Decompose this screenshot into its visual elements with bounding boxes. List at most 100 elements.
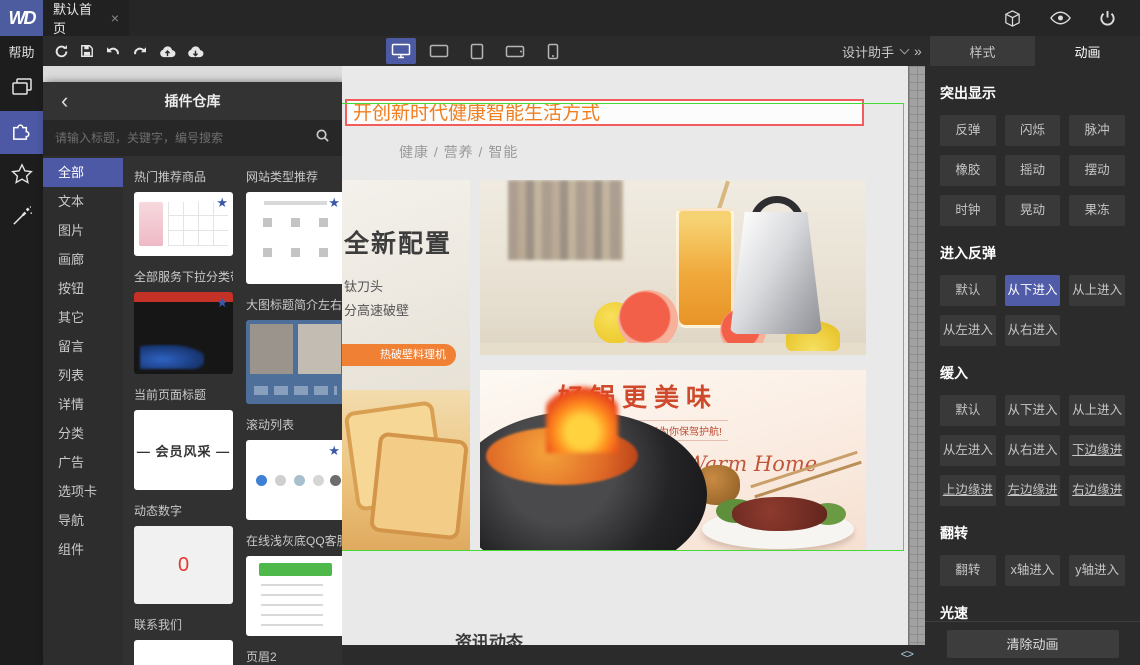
animation-panel-footer: 清除动画 [925, 621, 1140, 665]
kettle-photo-widget[interactable] [480, 180, 866, 355]
plugin-card[interactable] [134, 292, 233, 374]
animation-option-button[interactable]: 反弹 [940, 115, 996, 146]
plugin-card[interactable]: 0 [134, 526, 233, 604]
site-title-widget[interactable]: 开创新时代健康智能生活方式 [345, 99, 864, 126]
undo-icon[interactable] [105, 45, 121, 58]
plugin-category-item[interactable]: 全部 [43, 158, 123, 187]
bread-image[interactable] [342, 390, 470, 551]
site-canvas[interactable]: 开创新时代健康智能生活方式 健康 / 营养 / 智能 全新配置 钛刀头 分高速破… [342, 66, 908, 665]
plugin-category-item[interactable]: 分类 [43, 419, 123, 448]
code-view-toggle[interactable]: <> [901, 648, 914, 662]
page-tab[interactable]: 默认首页 × [43, 0, 129, 36]
animation-option-button[interactable]: 晃动 [1004, 195, 1061, 226]
plugin-panel-title: 插件仓库 [164, 93, 221, 109]
search-icon[interactable] [315, 128, 330, 148]
plugin-card[interactable] [134, 192, 233, 256]
blender-banner-widget[interactable]: 全新配置 钛刀头 分高速破壁 热破壁料理机 [342, 180, 470, 390]
refresh-icon[interactable] [54, 44, 69, 59]
plugin-category-item[interactable]: 画廊 [43, 245, 123, 274]
plugin-card-thumb-text: 0 [177, 553, 190, 576]
animation-option-button[interactable]: 从下进入 [1004, 275, 1061, 306]
wok-banner-widget[interactable]: 好锅更美味 无忧购物，至诚服务为你保驾护航! Warm Home [480, 370, 866, 551]
animation-option-button[interactable]: 摆动 [1069, 155, 1125, 186]
animation-option-button[interactable]: 默认 [940, 275, 996, 306]
section-title: 突出显示 [940, 85, 996, 101]
device-tablet-portrait-button[interactable] [462, 38, 492, 64]
sidebar-plugins-button[interactable] [0, 111, 43, 154]
plugin-category-item[interactable]: 选项卡 [43, 477, 123, 506]
animation-option-button[interactable]: 橡胶 [940, 155, 996, 186]
animation-option-button[interactable]: 从下进入 [1004, 395, 1061, 426]
plugin-category-item[interactable]: 详情 [43, 390, 123, 419]
animation-option-button[interactable]: 摇动 [1004, 155, 1061, 186]
plugin-card[interactable] [246, 320, 342, 404]
plugin-category-item[interactable]: 广告 [43, 448, 123, 477]
back-arrow-icon[interactable]: ‹ [61, 90, 68, 112]
animation-option-button[interactable]: 左边缘进 [1004, 475, 1061, 506]
clear-animation-button[interactable]: 清除动画 [946, 629, 1119, 658]
sidebar-favorites-button[interactable] [0, 154, 43, 197]
animation-option-button[interactable]: 从左进入 [940, 435, 996, 466]
sidebar-pages-button[interactable] [0, 68, 43, 111]
plugin-card[interactable] [246, 192, 342, 284]
animation-option-button[interactable]: 时钟 [940, 195, 996, 226]
device-desktop-button[interactable] [386, 38, 416, 64]
canvas-scrollbar[interactable] [908, 66, 925, 645]
tab-close-icon[interactable]: × [111, 10, 119, 26]
tab-style[interactable]: 样式 [930, 36, 1035, 66]
plugin-card[interactable] [246, 440, 342, 520]
meat-shape [732, 497, 827, 531]
help-button[interactable]: 帮助 [0, 36, 43, 66]
plugin-card-title: 网站类型推荐 [246, 170, 319, 184]
cloud-upload-icon[interactable] [159, 45, 176, 58]
animation-option-button[interactable]: y轴进入 [1069, 555, 1125, 586]
plugin-category-item[interactable]: 图片 [43, 216, 123, 245]
plugin-category-item[interactable]: 导航 [43, 506, 123, 535]
plugin-card[interactable] [246, 556, 342, 636]
power-exit-icon[interactable] [1099, 10, 1116, 27]
animation-option-button[interactable]: 从右进入 [1004, 435, 1061, 466]
plugin-search-input[interactable] [55, 131, 307, 145]
design-assistant-dropdown[interactable]: 设计助手 [842, 36, 910, 66]
plugin-category-item[interactable]: 留言 [43, 332, 123, 361]
animation-option-button[interactable]: 翻转 [940, 555, 996, 586]
cloud-download-icon[interactable] [187, 45, 204, 58]
plugin-category-item[interactable]: 文本 [43, 187, 123, 216]
expand-panel-button[interactable]: » [914, 36, 922, 66]
plugin-category-item[interactable]: 组件 [43, 535, 123, 564]
animation-option-button[interactable]: 从右进入 [1004, 315, 1061, 346]
device-phone-portrait-button[interactable] [538, 38, 568, 64]
plugin-card-title: 在线浅灰底QQ客服 [246, 534, 342, 548]
animation-option-button[interactable]: 果冻 [1069, 195, 1125, 226]
animation-option-button[interactable]: 上边缘进 [940, 475, 996, 506]
preview-eye-icon[interactable] [1050, 11, 1071, 25]
redo-icon[interactable] [132, 45, 148, 58]
animation-option-button[interactable]: 从上进入 [1069, 275, 1125, 306]
components-cube-icon[interactable] [1003, 9, 1022, 28]
plugin-category-item[interactable]: 列表 [43, 361, 123, 390]
animation-option-button[interactable]: x轴进入 [1004, 555, 1061, 586]
plugin-card-title: 热门推荐商品 [134, 170, 207, 184]
animation-option-button[interactable]: 闪烁 [1004, 115, 1061, 146]
animation-option-button[interactable]: 默认 [940, 395, 996, 426]
animation-option-button[interactable]: 脉冲 [1069, 115, 1125, 146]
animation-option-button[interactable]: 从左进入 [940, 315, 996, 346]
plugin-card[interactable]: — 会员风采 — [134, 410, 233, 490]
plugin-category-item[interactable]: 按钮 [43, 274, 123, 303]
section-title: 光速 [940, 605, 968, 621]
site-subtitle[interactable]: 健康 / 营养 / 智能 [399, 142, 518, 162]
save-icon[interactable] [80, 44, 94, 58]
app-logo[interactable]: WD [0, 0, 43, 36]
plugin-card-block: 网站类型推荐 [246, 156, 342, 284]
plugin-category-item[interactable]: 其它 [43, 303, 123, 332]
tab-animation[interactable]: 动画 [1035, 36, 1140, 66]
sidebar-magic-wand-button[interactable] [0, 197, 43, 240]
animation-option-button[interactable]: 下边缘进 [1069, 435, 1125, 466]
device-phone-landscape-button[interactable] [500, 38, 530, 64]
anim-section-enter-bounce: 进入反弹 默认 从下进入 从上进入 从左进入 从右进入 [940, 243, 1125, 346]
plugin-card-block: 在线浅灰底QQ客服 [246, 520, 342, 636]
plugin-card[interactable] [134, 640, 233, 665]
animation-option-button[interactable]: 从上进入 [1069, 395, 1125, 426]
device-tablet-landscape-button[interactable] [424, 38, 454, 64]
animation-option-button[interactable]: 右边缘进 [1069, 475, 1125, 506]
